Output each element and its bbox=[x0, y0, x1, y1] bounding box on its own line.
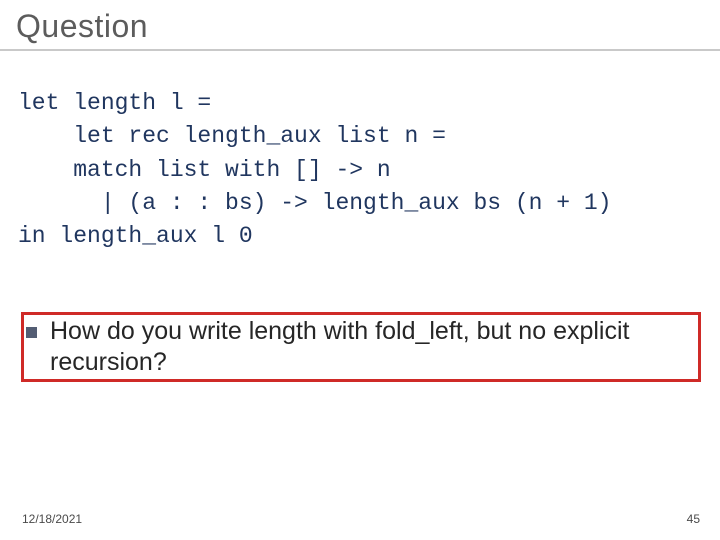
footer-date: 12/18/2021 bbox=[22, 512, 82, 526]
code-line-5: in length_aux l 0 bbox=[18, 223, 253, 249]
bullet-item: How do you write length with fold_left, … bbox=[26, 316, 708, 377]
code-line-2: let rec length_aux list n = bbox=[18, 123, 446, 149]
slide-title: Question bbox=[16, 8, 148, 44]
footer-page-number: 45 bbox=[687, 512, 700, 526]
bullet-square-icon bbox=[26, 327, 37, 338]
code-line-3: match list with [] -> n bbox=[18, 157, 391, 183]
title-area: Question bbox=[0, 0, 720, 51]
code-block: let length l = let rec length_aux list n… bbox=[18, 87, 720, 254]
code-line-1: let length l = bbox=[18, 90, 211, 116]
slide: Question let length l = let rec length_a… bbox=[0, 0, 720, 540]
code-line-4: | (a : : bs) -> length_aux bs (n + 1) bbox=[18, 190, 612, 216]
question-text: How do you write length with fold_left, … bbox=[50, 316, 708, 377]
